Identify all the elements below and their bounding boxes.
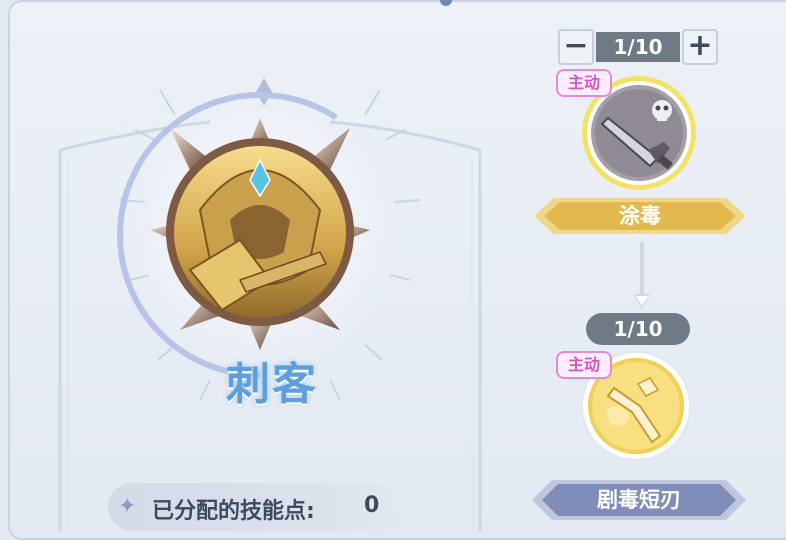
skill-level-value: 1/10 — [586, 313, 690, 345]
skill-points-value: 0 — [364, 493, 380, 518]
skill-points-label: 已分配的技能点: — [152, 499, 315, 524]
class-card: 刺客 ✦ 已分配的技能点: 0 — [40, 20, 500, 531]
skill-name: 剧毒短刃 — [597, 488, 681, 512]
decrease-level-button[interactable]: − — [558, 29, 594, 65]
arrow-down-icon — [634, 242, 650, 310]
skill-name-plate: 涂毒 — [534, 194, 746, 238]
skill-level-value: 1/10 — [596, 32, 680, 62]
sparkle-icon: ✦ — [118, 494, 137, 519]
class-name: 刺客 — [226, 359, 318, 410]
skill-level-control: − 1/10 + — [558, 29, 718, 65]
class-emblem-art — [58, 78, 482, 531]
active-skill-badge: 主动 — [556, 351, 612, 379]
increase-level-button[interactable]: + — [682, 29, 718, 65]
active-skill-badge: 主动 — [556, 69, 612, 97]
skill-name: 涂毒 — [619, 204, 661, 228]
skill-name-plate: 剧毒短刃 — [532, 478, 746, 522]
skill-points-bar: ✦ 已分配的技能点: 0 — [108, 483, 424, 531]
